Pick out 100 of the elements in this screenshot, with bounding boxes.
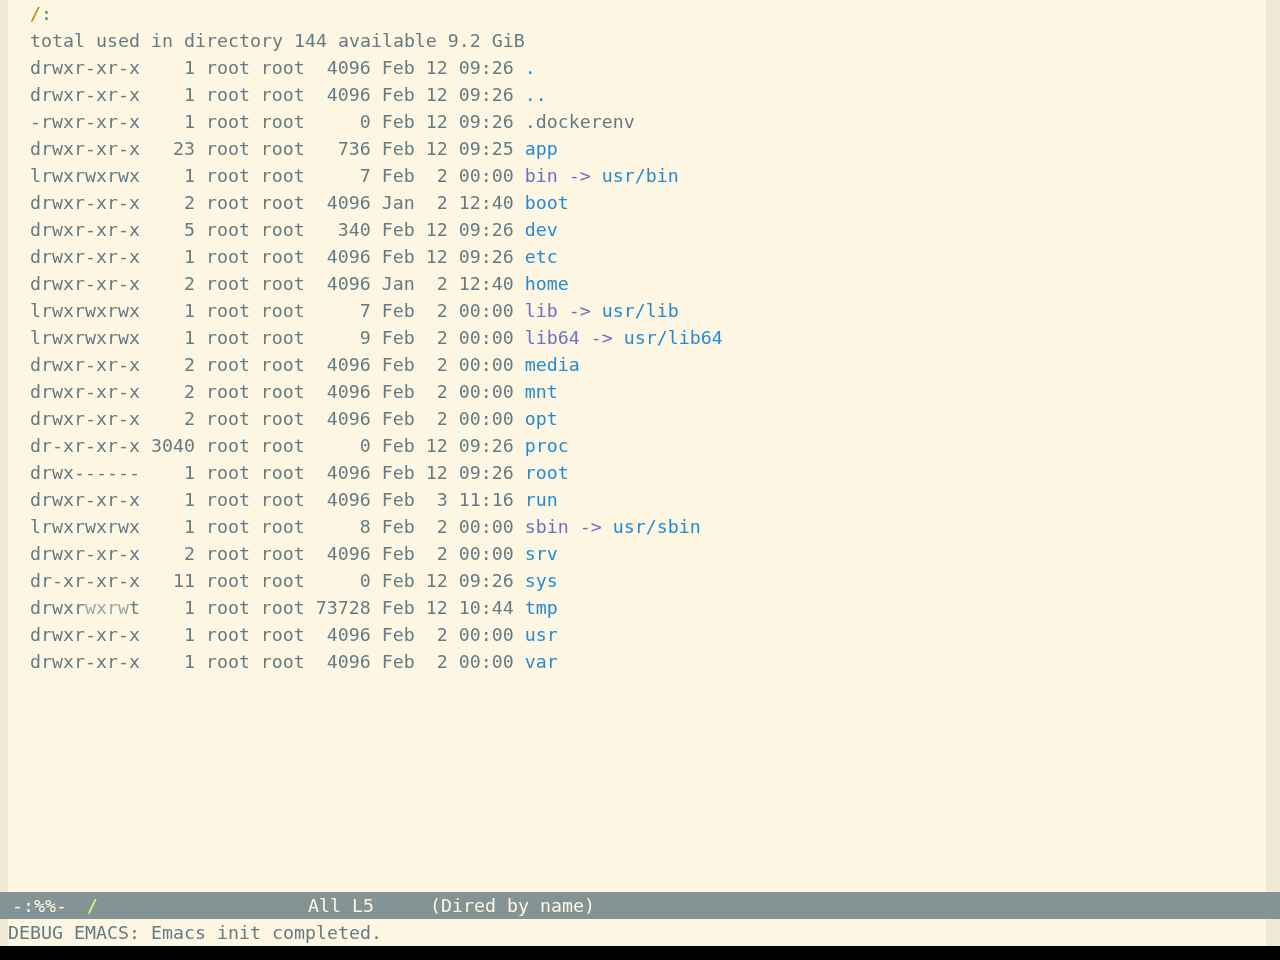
permission-bits: drwxr-xr-x: [30, 542, 140, 566]
directory-name[interactable]: sys: [524, 567, 558, 594]
permission-bits: drwxr-xr-x: [30, 407, 140, 431]
file-time: 09:25: [458, 137, 514, 161]
link-count: 3040: [150, 434, 195, 458]
file-size: 4096: [326, 407, 371, 431]
permission-bits: dr-xr-xr-x: [30, 569, 140, 593]
permission-bits: drwxr-xr-x: [30, 83, 140, 107]
date-month: Feb: [381, 245, 415, 269]
permission-bits: drwxr-xr-x: [30, 650, 140, 674]
permission-bits: drwxr: [30, 596, 85, 620]
date-day: 12: [425, 216, 448, 243]
file-owner: root: [205, 623, 250, 647]
date-day: 12: [425, 135, 448, 162]
date-month: Feb: [381, 515, 415, 539]
directory-name[interactable]: usr: [524, 621, 558, 648]
file-group: root: [260, 567, 305, 594]
file-group: root: [260, 594, 305, 621]
file-size: 4096: [326, 56, 371, 80]
date-day: 2: [436, 297, 448, 324]
date-month: Feb: [381, 623, 415, 647]
file-size: 73728: [315, 596, 371, 620]
date-day: 3: [436, 486, 448, 513]
directory-name[interactable]: var: [524, 648, 558, 675]
file-time: 00:00: [458, 623, 514, 647]
date-day: 12: [425, 54, 448, 81]
link-count: 2: [183, 542, 195, 566]
file-group: root: [260, 513, 305, 540]
link-count: 1: [183, 515, 195, 539]
directory-name[interactable]: boot: [524, 189, 569, 216]
date-day: 2: [436, 270, 448, 297]
date-month: Feb: [381, 137, 415, 161]
directory-header: /:: [30, 2, 52, 26]
permission-bits: drwxr-xr-x: [30, 191, 140, 215]
date-day: 2: [436, 162, 448, 189]
file-time: 09:26: [458, 245, 514, 269]
directory-name[interactable]: etc: [524, 243, 558, 270]
link-count: 5: [183, 218, 195, 242]
file-owner: root: [205, 245, 250, 269]
file-size: 4096: [326, 488, 371, 512]
file-time: 09:26: [458, 110, 514, 134]
permission-bits: lrwxrwxrwx: [30, 515, 140, 539]
permission-bits: -rwxr-xr-x: [30, 110, 140, 134]
file-owner: root: [205, 407, 250, 431]
modified-status: -:%%-: [12, 894, 67, 918]
symlink-name[interactable]: bin -> usr/bin: [524, 162, 679, 189]
file-time: 00:00: [458, 407, 514, 431]
directory-name[interactable]: root: [524, 459, 569, 486]
date-month: Feb: [381, 650, 415, 674]
file-time: 09:26: [458, 461, 514, 485]
date-month: Feb: [381, 83, 415, 107]
directory-name[interactable]: proc: [524, 432, 569, 459]
file-owner: root: [205, 272, 250, 296]
directory-name[interactable]: mnt: [524, 378, 558, 405]
date-day: 12: [425, 81, 448, 108]
directory-name[interactable]: media: [524, 351, 580, 378]
file-owner: root: [205, 650, 250, 674]
symlink-name[interactable]: lib -> usr/lib: [524, 297, 679, 324]
file-size: 4096: [326, 623, 371, 647]
date-day: 2: [436, 648, 448, 675]
directory-name[interactable]: dev: [524, 216, 558, 243]
directory-name[interactable]: srv: [524, 540, 558, 567]
file-group: root: [260, 108, 305, 135]
file-group: root: [260, 243, 305, 270]
date-month: Feb: [381, 407, 415, 431]
date-month: Feb: [381, 380, 415, 404]
directory-name[interactable]: opt: [524, 405, 558, 432]
file-size: 0: [359, 434, 371, 458]
file-group: root: [260, 135, 305, 162]
directory-name[interactable]: tmp: [524, 594, 558, 621]
symlink-name[interactable]: lib64 -> usr/lib64: [524, 324, 723, 351]
date-day: 2: [436, 324, 448, 351]
file-time: 00:00: [458, 326, 514, 350]
link-count: 1: [183, 488, 195, 512]
date-month: Feb: [381, 461, 415, 485]
directory-summary: total used in directory 144 available 9.2 GiB: [30, 29, 525, 53]
date-month: Feb: [381, 596, 415, 620]
directory-name[interactable]: app: [524, 135, 558, 162]
file-size: 4096: [326, 83, 371, 107]
date-month: Feb: [381, 569, 415, 593]
file-group: root: [260, 81, 305, 108]
file-size: 8: [359, 515, 371, 539]
directory-name[interactable]: ..: [524, 81, 547, 108]
directory-name[interactable]: .: [524, 54, 536, 81]
permission-bits: drwxr-xr-x: [30, 245, 140, 269]
link-count: 1: [183, 461, 195, 485]
directory-name[interactable]: home: [524, 270, 569, 297]
date-month: Feb: [381, 299, 415, 323]
symlink-name[interactable]: sbin -> usr/sbin: [524, 513, 701, 540]
file-owner: root: [205, 569, 250, 593]
file-name[interactable]: .dockerenv: [524, 108, 635, 135]
file-owner: root: [205, 488, 250, 512]
permission-bits: drwxr-xr-x: [30, 623, 140, 647]
file-time: 00:00: [458, 353, 514, 377]
link-count: 1: [183, 650, 195, 674]
file-time: 00:00: [458, 380, 514, 404]
directory-name[interactable]: run: [524, 486, 558, 513]
date-month: Feb: [381, 542, 415, 566]
link-count: 1: [183, 83, 195, 107]
file-owner: root: [205, 164, 250, 188]
